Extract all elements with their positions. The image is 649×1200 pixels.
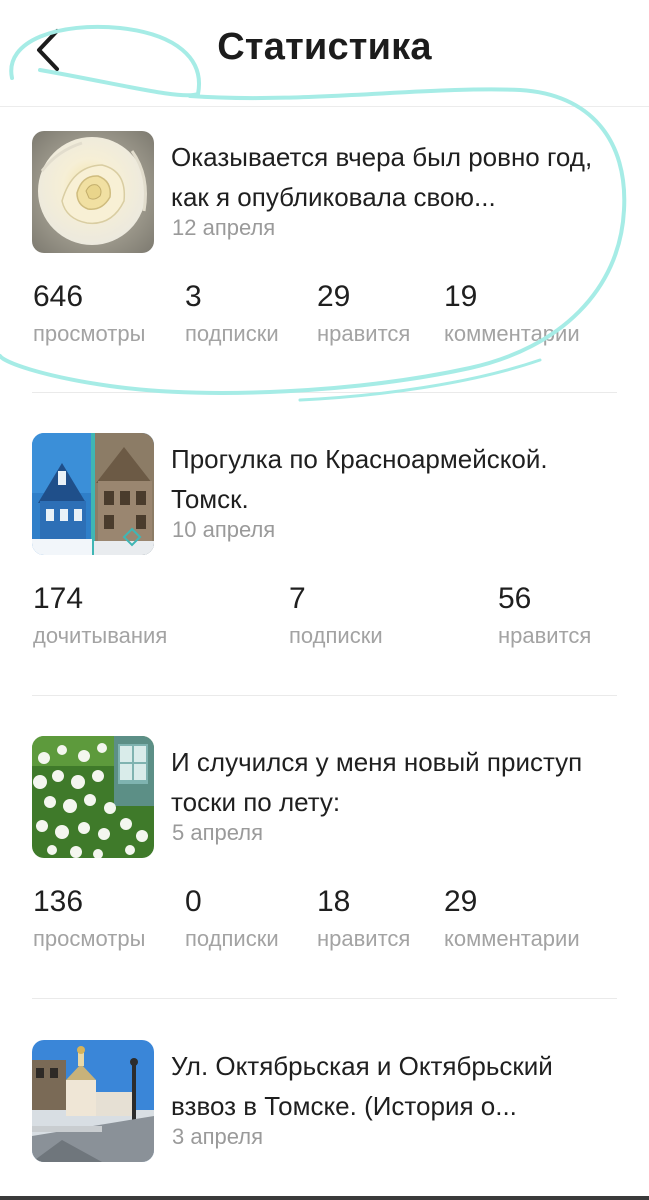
- stat-value: 19: [444, 280, 478, 313]
- stat-likes: 56 нравится: [498, 581, 591, 651]
- stat-comments: 29 комментарии: [444, 884, 580, 954]
- stat-label: дочитывания: [33, 623, 168, 648]
- post-title[interactable]: Ул. Октябрьская и Октябрьский взвоз в То…: [171, 1046, 621, 1126]
- stat-subscriptions: 0 подписки: [185, 884, 279, 954]
- stat-value: 29: [444, 885, 478, 918]
- stat-label: комментарии: [444, 321, 580, 346]
- stat-label: нравится: [498, 623, 592, 648]
- stat-comments: 19 комментарии: [444, 279, 580, 349]
- post-title[interactable]: Прогулка по Красноармейской. Томск.: [171, 439, 621, 519]
- stat-label: просмотры: [33, 321, 146, 346]
- stat-label: нравится: [317, 321, 411, 346]
- stat-value: 3: [185, 280, 202, 313]
- stat-label: просмотры: [33, 926, 146, 951]
- post-date: 12 апреля: [172, 215, 276, 240]
- stat-label: подписки: [289, 623, 383, 648]
- stat-value: 7: [289, 582, 306, 615]
- stat-views: 136 просмотры: [33, 884, 145, 954]
- post-date: 3 апреля: [172, 1124, 263, 1149]
- divider: [32, 998, 617, 999]
- stat-likes: 29 нравится: [317, 279, 410, 349]
- stat-label: подписки: [185, 926, 279, 951]
- stat-read-throughs: 174 дочитывания: [33, 581, 167, 651]
- stat-value: 18: [317, 885, 351, 918]
- post-title[interactable]: Оказывается вчера был ровно год, как я о…: [171, 137, 621, 217]
- stat-subscriptions: 7 подписки: [289, 581, 383, 651]
- stat-label: нравится: [317, 926, 411, 951]
- stat-views: 646 просмотры: [33, 279, 145, 349]
- stat-subscriptions: 3 подписки: [185, 279, 279, 349]
- post-date: 10 апреля: [172, 517, 276, 542]
- post-thumbnail[interactable]: [32, 736, 154, 858]
- page-title: Статистика: [217, 26, 432, 68]
- post-thumbnail[interactable]: [32, 433, 154, 555]
- stat-label: подписки: [185, 321, 279, 346]
- white-flowers-bush-image: [32, 736, 154, 858]
- bottom-edge: [0, 1196, 649, 1200]
- stat-value: 646: [33, 280, 84, 313]
- stat-likes: 18 нравится: [317, 884, 410, 954]
- stat-value: 0: [185, 885, 202, 918]
- divider: [32, 695, 617, 696]
- post-title[interactable]: И случился у меня новый приступ тоски по…: [171, 742, 621, 822]
- white-rose-image: [32, 131, 154, 253]
- stat-value: 174: [33, 582, 84, 615]
- street-church-image: [32, 1040, 154, 1162]
- stat-value: 56: [498, 582, 532, 615]
- post-date: 5 апреля: [172, 820, 263, 845]
- stat-value: 136: [33, 885, 84, 918]
- divider: [32, 392, 617, 393]
- stat-value: 29: [317, 280, 351, 313]
- stat-label: комментарии: [444, 926, 580, 951]
- wooden-houses-image: [32, 433, 154, 555]
- post-thumbnail[interactable]: [32, 1040, 154, 1162]
- post-thumbnail[interactable]: [32, 131, 154, 253]
- top-bar: Статистика: [0, 0, 649, 107]
